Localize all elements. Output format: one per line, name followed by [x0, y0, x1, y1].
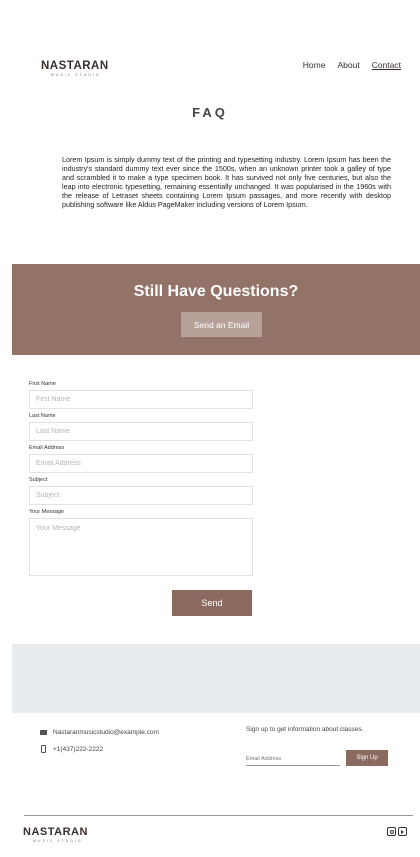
grey-banner: [12, 644, 420, 713]
subject-field[interactable]: [29, 486, 253, 505]
email-label: Email Address: [29, 445, 65, 451]
instagram-icon[interactable]: [387, 827, 396, 836]
nav-contact[interactable]: Contact: [372, 60, 401, 70]
footer-logo-tagline: MUSIC STUDIO: [33, 839, 83, 843]
first-name-group: First Name: [29, 381, 253, 409]
newsletter-signup: Sign up to get information about classes…: [246, 726, 396, 766]
send-button[interactable]: Send: [172, 590, 252, 616]
questions-banner: Still Have Questions? Send an Email: [12, 264, 420, 355]
first-name-field[interactable]: [29, 390, 253, 409]
questions-title: Still Have Questions?: [133, 283, 299, 300]
header-logo[interactable]: NASTARAN MUSIC STUDIO: [41, 60, 109, 77]
main-nav: Home About Contact: [303, 60, 401, 70]
logo-tagline: MUSIC STUDIO: [51, 73, 101, 77]
send-email-button[interactable]: Send an Email: [181, 312, 262, 337]
last-name-label: Last Name: [29, 413, 56, 419]
first-name-label: First Name: [29, 381, 56, 387]
logo-wordmark: NASTARAN: [41, 60, 109, 72]
message-label: Your Message: [29, 509, 64, 515]
footer-logo-wordmark: NASTARAN: [23, 826, 88, 838]
last-name-group: Last Name: [29, 413, 253, 441]
contact-form: First Name Last Name Email Address Subje…: [29, 381, 253, 580]
footer-phone[interactable]: +1(437)222-2222: [53, 746, 103, 753]
message-group: Your Message: [29, 509, 253, 576]
nav-about[interactable]: About: [337, 60, 359, 70]
signup-email-field[interactable]: [246, 753, 340, 766]
footer-email-row: Nastaranmusicstudio@example.com: [40, 727, 159, 737]
phone-icon: [41, 745, 46, 753]
youtube-icon[interactable]: [398, 827, 407, 836]
subject-label: Subject: [29, 477, 48, 483]
footer-contact: Nastaranmusicstudio@example.com +1(437)2…: [40, 727, 159, 761]
message-field[interactable]: [29, 518, 253, 576]
sign-up-button[interactable]: Sign Up: [346, 750, 388, 766]
signup-text: Sign up to get information about classes…: [246, 726, 364, 733]
faq-body: Lorem Ipsum is simply dummy text of the …: [62, 155, 391, 210]
footer-logo[interactable]: NASTARAN MUSIC STUDIO: [23, 826, 88, 843]
footer-divider: [24, 815, 413, 816]
last-name-field[interactable]: [29, 422, 253, 441]
mail-icon: [40, 729, 47, 735]
email-group: Email Address: [29, 445, 253, 473]
footer-email[interactable]: Nastaranmusicstudio@example.com: [53, 729, 159, 736]
subject-group: Subject: [29, 477, 253, 505]
social-links: [387, 827, 407, 836]
email-field[interactable]: [29, 454, 253, 473]
nav-home[interactable]: Home: [303, 60, 326, 70]
footer-phone-row: +1(437)222-2222: [40, 744, 159, 754]
faq-title: FAQ: [192, 105, 228, 120]
signup-row: Sign Up: [246, 750, 388, 766]
